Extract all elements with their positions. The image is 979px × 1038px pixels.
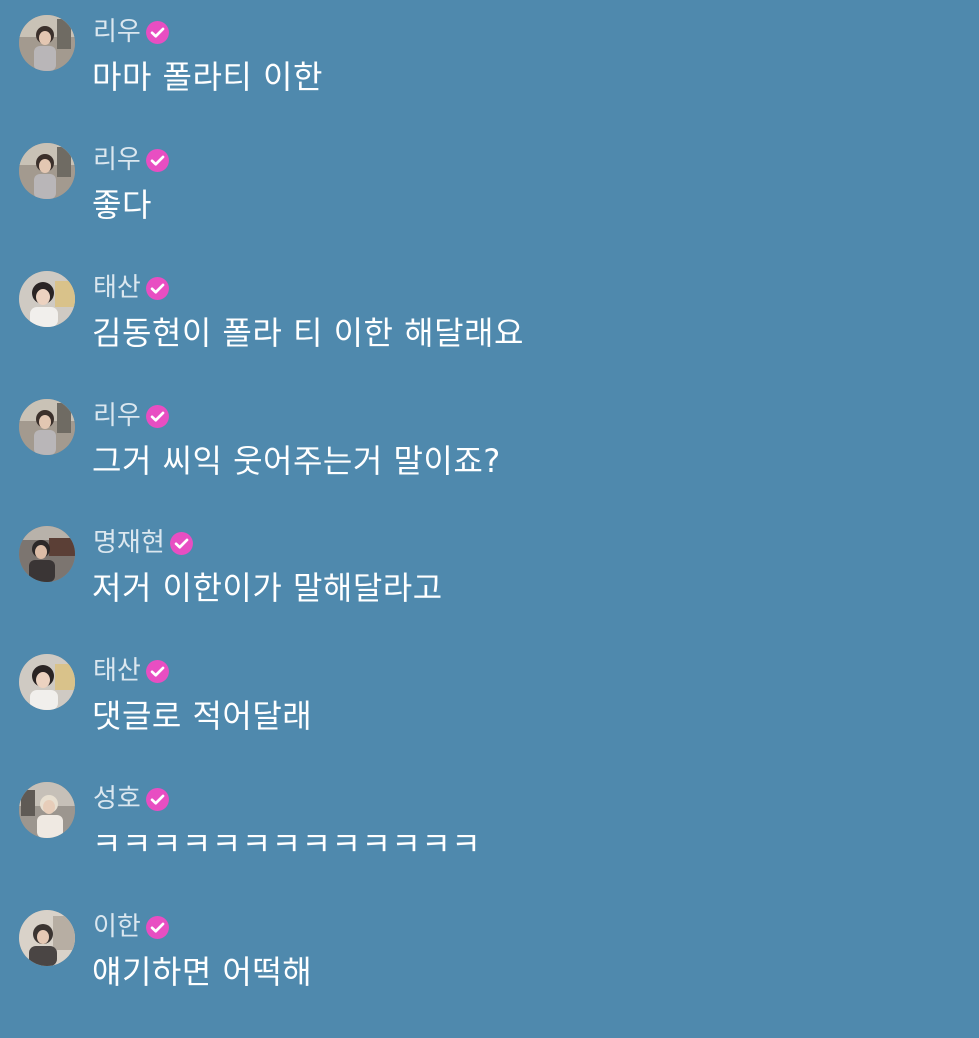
message-text: 댓글로 적어달래: [92, 697, 313, 735]
chat-message: 성호 ㅋㅋㅋㅋㅋㅋㅋㅋㅋㅋㅋㅋㅋ: [0, 782, 979, 910]
avatar[interactable]: [19, 271, 75, 327]
verified-badge-icon: [145, 148, 170, 173]
username[interactable]: 리우: [93, 15, 141, 49]
username[interactable]: 성호: [93, 782, 141, 816]
avatar[interactable]: [19, 143, 75, 199]
verified-badge-icon: [145, 659, 170, 684]
avatar[interactable]: [19, 910, 75, 966]
chat-message: 태산 댓글로 적어달래: [0, 654, 979, 782]
verified-badge-icon: [145, 404, 170, 429]
message-text: ㅋㅋㅋㅋㅋㅋㅋㅋㅋㅋㅋㅋㅋ: [92, 825, 482, 863]
message-text: 마마 폴라티 이한: [92, 58, 323, 96]
username[interactable]: 이한: [93, 910, 141, 944]
chat-message: 태산 김동현이 폴라 티 이한 해달래요: [0, 271, 979, 399]
username[interactable]: 리우: [93, 143, 141, 177]
message-text: 저거 이한이가 말해달라고: [92, 569, 443, 607]
avatar[interactable]: [19, 399, 75, 455]
message-text: 얘기하면 어떡해: [92, 953, 313, 991]
username[interactable]: 태산: [93, 271, 141, 305]
chat-message: 이한 얘기하면 어떡해: [0, 910, 979, 1038]
chat-message: 리우 그거 씨익 웃어주는거 말이죠?: [0, 399, 979, 527]
message-text: 그거 씨익 웃어주는거 말이죠?: [92, 442, 501, 480]
chat-message: 리우 좋다: [0, 143, 979, 271]
username[interactable]: 태산: [93, 654, 141, 688]
username[interactable]: 리우: [93, 399, 141, 433]
avatar[interactable]: [19, 526, 75, 582]
verified-badge-icon: [145, 915, 170, 940]
chat-message: 명재현 저거 이한이가 말해달라고: [0, 526, 979, 654]
verified-badge-icon: [145, 787, 170, 812]
avatar[interactable]: [19, 782, 75, 838]
chat-message: 리우 마마 폴라티 이한: [0, 15, 979, 143]
avatar[interactable]: [19, 15, 75, 71]
verified-badge-icon: [169, 531, 194, 556]
chat-message-list: 리우 마마 폴라티 이한 리우 좋다 태산 김동현이 폴라 티 이한 해달래요 …: [0, 0, 979, 1003]
avatar[interactable]: [19, 654, 75, 710]
verified-badge-icon: [145, 20, 170, 45]
message-text: 김동현이 폴라 티 이한 해달래요: [92, 314, 524, 352]
verified-badge-icon: [145, 276, 170, 301]
username[interactable]: 명재현: [93, 526, 165, 560]
message-text: 좋다: [92, 186, 152, 224]
